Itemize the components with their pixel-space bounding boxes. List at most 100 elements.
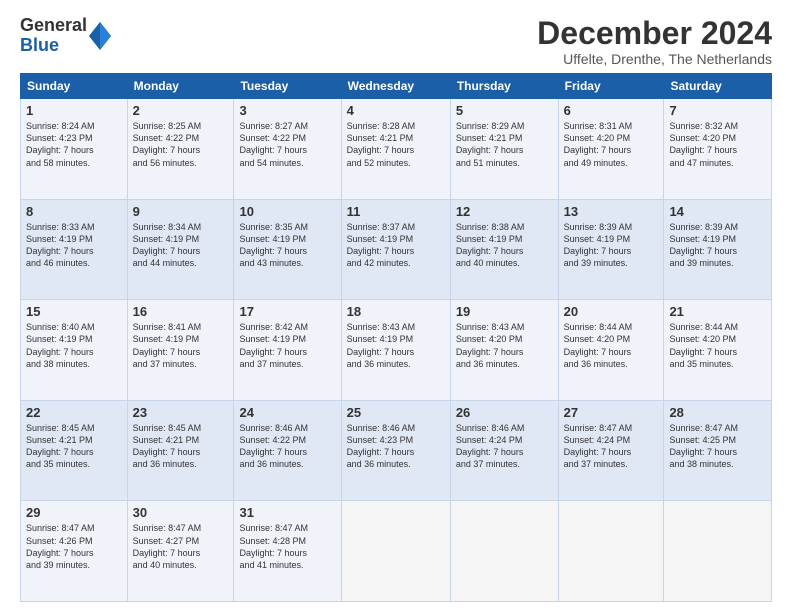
calendar-cell: 3 Sunrise: 8:27 AMSunset: 4:22 PMDaylight… <box>234 99 341 200</box>
cell-info: Sunrise: 8:43 AMSunset: 4:19 PMDaylight:… <box>347 321 445 370</box>
week-row-2: 8Sunrise: 8:33 AMSunset: 4:19 PMDaylight… <box>21 199 772 300</box>
header-tuesday: Tuesday <box>234 74 341 99</box>
calendar-cell: 18Sunrise: 8:43 AMSunset: 4:19 PMDayligh… <box>341 300 450 401</box>
calendar: Sunday Monday Tuesday Wednesday Thursday… <box>20 73 772 602</box>
main-title: December 2024 <box>537 16 772 51</box>
cell-info: Sunrise: 8:45 AMSunset: 4:21 PMDaylight:… <box>26 422 122 471</box>
cell-info: Sunrise: 8:46 AMSunset: 4:22 PMDaylight:… <box>239 422 335 471</box>
calendar-cell: 24 Sunrise: 8:46 AMSunset: 4:22 PMDayligh… <box>234 400 341 501</box>
calendar-cell: 26 Sunrise: 8:46 AMSunset: 4:24 PMDayligh… <box>450 400 558 501</box>
day-number: 30 <box>133 505 229 520</box>
calendar-cell <box>558 501 664 602</box>
calendar-cell: 4 Sunrise: 8:28 AMSunset: 4:21 PMDaylight… <box>341 99 450 200</box>
logo: General Blue <box>20 16 111 56</box>
cell-info: Sunrise: 8:46 AMSunset: 4:24 PMDaylight:… <box>456 422 553 471</box>
day-number: 15 <box>26 304 122 319</box>
calendar-cell: 14 Sunrise: 8:39 AMSunset: 4:19 PMDayligh… <box>664 199 772 300</box>
calendar-cell: 17 Sunrise: 8:42 AMSunset: 4:19 PMDayligh… <box>234 300 341 401</box>
calendar-cell: 30 Sunrise: 8:47 AMSunset: 4:27 PMDayligh… <box>127 501 234 602</box>
cell-info: Sunrise: 8:34 AMSunset: 4:19 PMDaylight:… <box>133 221 229 270</box>
calendar-body: 1 Sunrise: 8:24 AMSunset: 4:23 PMDaylight… <box>21 99 772 602</box>
day-number: 31 <box>239 505 335 520</box>
header-thursday: Thursday <box>450 74 558 99</box>
cell-info: Sunrise: 8:39 AMSunset: 4:19 PMDaylight:… <box>564 221 659 270</box>
day-number: 1 <box>26 103 122 118</box>
day-number: 5 <box>456 103 553 118</box>
header-friday: Friday <box>558 74 664 99</box>
header-monday: Monday <box>127 74 234 99</box>
day-number: 9 <box>133 204 229 219</box>
cell-info: Sunrise: 8:38 AMSunset: 4:19 PMDaylight:… <box>456 221 553 270</box>
day-number: 26 <box>456 405 553 420</box>
logo-icon <box>89 22 111 50</box>
day-number: 4 <box>347 103 445 118</box>
day-number: 14 <box>669 204 766 219</box>
day-number: 22 <box>26 405 122 420</box>
day-number: 19 <box>456 304 553 319</box>
day-number: 10 <box>239 204 335 219</box>
calendar-cell <box>450 501 558 602</box>
header-sunday: Sunday <box>21 74 128 99</box>
calendar-cell: 27 Sunrise: 8:47 AMSunset: 4:24 PMDayligh… <box>558 400 664 501</box>
day-number: 23 <box>133 405 229 420</box>
cell-info: Sunrise: 8:24 AMSunset: 4:23 PMDaylight:… <box>26 120 122 169</box>
calendar-table: Sunday Monday Tuesday Wednesday Thursday… <box>20 73 772 602</box>
day-number: 13 <box>564 204 659 219</box>
day-number: 7 <box>669 103 766 118</box>
header: General Blue December 2024 Uffelte, Dren… <box>20 16 772 67</box>
cell-info: Sunrise: 8:25 AMSunset: 4:22 PMDaylight:… <box>133 120 229 169</box>
calendar-cell: 13 Sunrise: 8:39 AMSunset: 4:19 PMDayligh… <box>558 199 664 300</box>
calendar-cell: 21Sunrise: 8:44 AMSunset: 4:20 PMDayligh… <box>664 300 772 401</box>
logo-text-blue: Blue <box>20 35 59 55</box>
cell-info: Sunrise: 8:46 AMSunset: 4:23 PMDaylight:… <box>347 422 445 471</box>
calendar-cell: 7Sunrise: 8:32 AMSunset: 4:20 PMDaylight… <box>664 99 772 200</box>
week-row-5: 29Sunrise: 8:47 AMSunset: 4:26 PMDayligh… <box>21 501 772 602</box>
cell-info: Sunrise: 8:47 AMSunset: 4:26 PMDaylight:… <box>26 522 122 571</box>
calendar-cell: 6 Sunrise: 8:31 AMSunset: 4:20 PMDaylight… <box>558 99 664 200</box>
cell-info: Sunrise: 8:37 AMSunset: 4:19 PMDaylight:… <box>347 221 445 270</box>
logo-text-general: General <box>20 15 87 35</box>
cell-info: Sunrise: 8:35 AMSunset: 4:19 PMDaylight:… <box>239 221 335 270</box>
cell-info: Sunrise: 8:47 AMSunset: 4:27 PMDaylight:… <box>133 522 229 571</box>
week-row-4: 22 Sunrise: 8:45 AMSunset: 4:21 PMDayligh… <box>21 400 772 501</box>
calendar-cell: 31Sunrise: 8:47 AMSunset: 4:28 PMDayligh… <box>234 501 341 602</box>
cell-info: Sunrise: 8:41 AMSunset: 4:19 PMDaylight:… <box>133 321 229 370</box>
day-number: 20 <box>564 304 659 319</box>
calendar-cell: 11Sunrise: 8:37 AMSunset: 4:19 PMDayligh… <box>341 199 450 300</box>
day-number: 3 <box>239 103 335 118</box>
day-number: 28 <box>669 405 766 420</box>
cell-info: Sunrise: 8:33 AMSunset: 4:19 PMDaylight:… <box>26 221 122 270</box>
calendar-cell: 19 Sunrise: 8:43 AMSunset: 4:20 PMDayligh… <box>450 300 558 401</box>
cell-info: Sunrise: 8:29 AMSunset: 4:21 PMDaylight:… <box>456 120 553 169</box>
page: General Blue December 2024 Uffelte, Dren… <box>0 0 792 612</box>
day-number: 12 <box>456 204 553 219</box>
cell-info: Sunrise: 8:43 AMSunset: 4:20 PMDaylight:… <box>456 321 553 370</box>
week-row-1: 1 Sunrise: 8:24 AMSunset: 4:23 PMDaylight… <box>21 99 772 200</box>
subtitle: Uffelte, Drenthe, The Netherlands <box>537 51 772 67</box>
calendar-cell: 12 Sunrise: 8:38 AMSunset: 4:19 PMDayligh… <box>450 199 558 300</box>
day-number: 17 <box>239 304 335 319</box>
cell-info: Sunrise: 8:40 AMSunset: 4:19 PMDaylight:… <box>26 321 122 370</box>
calendar-cell <box>341 501 450 602</box>
calendar-cell: 29Sunrise: 8:47 AMSunset: 4:26 PMDayligh… <box>21 501 128 602</box>
calendar-cell: 22 Sunrise: 8:45 AMSunset: 4:21 PMDayligh… <box>21 400 128 501</box>
calendar-cell <box>664 501 772 602</box>
header-wednesday: Wednesday <box>341 74 450 99</box>
cell-info: Sunrise: 8:28 AMSunset: 4:21 PMDaylight:… <box>347 120 445 169</box>
cell-info: Sunrise: 8:47 AMSunset: 4:25 PMDaylight:… <box>669 422 766 471</box>
header-saturday: Saturday <box>664 74 772 99</box>
day-number: 6 <box>564 103 659 118</box>
cell-info: Sunrise: 8:47 AMSunset: 4:24 PMDaylight:… <box>564 422 659 471</box>
week-row-3: 15 Sunrise: 8:40 AMSunset: 4:19 PMDayligh… <box>21 300 772 401</box>
cell-info: Sunrise: 8:39 AMSunset: 4:19 PMDaylight:… <box>669 221 766 270</box>
day-number: 16 <box>133 304 229 319</box>
calendar-header-row: Sunday Monday Tuesday Wednesday Thursday… <box>21 74 772 99</box>
cell-info: Sunrise: 8:42 AMSunset: 4:19 PMDaylight:… <box>239 321 335 370</box>
cell-info: Sunrise: 8:44 AMSunset: 4:20 PMDaylight:… <box>669 321 766 370</box>
day-number: 27 <box>564 405 659 420</box>
cell-info: Sunrise: 8:27 AMSunset: 4:22 PMDaylight:… <box>239 120 335 169</box>
calendar-cell: 9 Sunrise: 8:34 AMSunset: 4:19 PMDaylight… <box>127 199 234 300</box>
cell-info: Sunrise: 8:31 AMSunset: 4:20 PMDaylight:… <box>564 120 659 169</box>
day-number: 25 <box>347 405 445 420</box>
day-number: 24 <box>239 405 335 420</box>
